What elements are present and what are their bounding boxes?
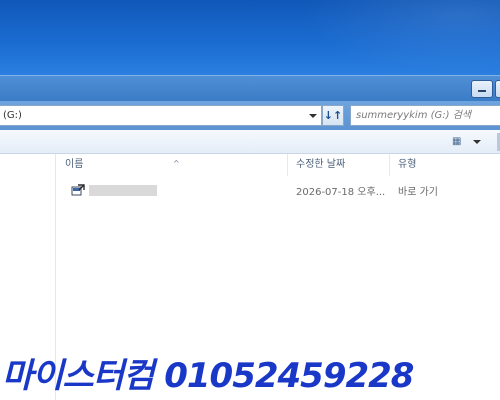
- column-header-label: 유형: [398, 159, 417, 170]
- file-modified-date: 2026-07-18 오후...: [296, 187, 386, 198]
- search-input[interactable]: summeryykim (G:) 검색: [350, 105, 500, 126]
- navigation-row: (G:) ↓↑ summeryykim (G:) 검색: [0, 101, 500, 130]
- window-titlebar: [0, 75, 500, 101]
- table-row[interactable]: 2026-07-18 오후... 바로 가기: [57, 180, 500, 200]
- file-name-redacted: [89, 185, 157, 196]
- minimize-icon: [478, 90, 486, 92]
- address-bar[interactable]: (G:): [0, 105, 322, 126]
- address-dropdown-button[interactable]: [305, 106, 321, 125]
- desktop-background: [0, 0, 500, 75]
- column-header-type[interactable]: 유형: [390, 154, 500, 176]
- maximize-button[interactable]: [495, 80, 500, 98]
- refresh-icon: ↓↑: [323, 109, 343, 122]
- chevron-down-icon: [309, 113, 317, 118]
- search-placeholder: summeryykim (G:) 검색: [356, 110, 472, 121]
- view-options-icon[interactable]: ▦: [452, 136, 466, 147]
- sort-ascending-icon: ^: [173, 159, 180, 168]
- column-header-name[interactable]: 이름 ^: [57, 154, 288, 176]
- shortcut-icon: [71, 184, 85, 196]
- view-dropdown-icon[interactable]: [473, 140, 481, 144]
- refresh-button[interactable]: ↓↑: [322, 105, 344, 126]
- column-header-label: 수정한 날짜: [296, 159, 346, 170]
- minimize-button[interactable]: [471, 80, 493, 98]
- column-header-label: 이름: [65, 159, 84, 170]
- address-text: (G:): [3, 110, 22, 121]
- column-header-modified[interactable]: 수정한 날짜: [288, 154, 390, 176]
- file-type: 바로 가기: [398, 187, 438, 198]
- watermark-text: 마이스터컴 01052459228: [2, 356, 414, 396]
- command-bar: ▦: [0, 130, 500, 154]
